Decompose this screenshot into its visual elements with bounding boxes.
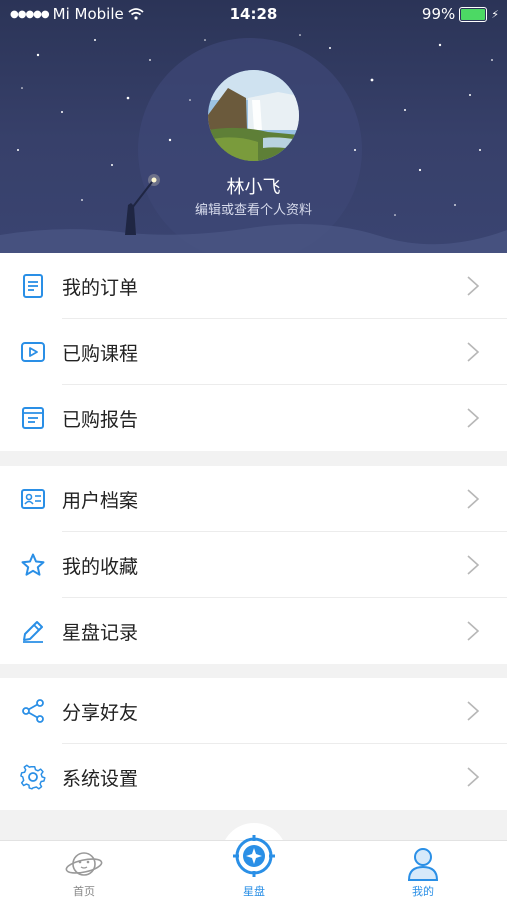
battery-info: 99% ⚡	[422, 5, 499, 23]
menu-item-label: 系统设置	[62, 768, 139, 790]
chevron-right-icon	[467, 621, 480, 641]
menu-item-label: 已购课程	[62, 343, 139, 365]
chevron-right-icon	[467, 701, 480, 721]
menu-item-label: 分享好友	[62, 702, 139, 724]
avatar[interactable]	[208, 70, 299, 161]
edit-profile-link[interactable]: 编辑或查看个人资料	[0, 199, 507, 218]
tab-astrolabe[interactable]: 星盘	[194, 835, 314, 901]
menu-item-label: 用户档案	[62, 490, 139, 512]
tab-mine[interactable]: 我的	[363, 841, 483, 901]
chevron-right-icon	[467, 276, 480, 296]
report-icon	[22, 407, 44, 429]
astrolabe-icon	[233, 835, 275, 877]
pencil-icon	[23, 621, 43, 643]
battery-icon	[459, 6, 488, 22]
menu-item-label: 我的订单	[62, 277, 139, 299]
menu-item-orders[interactable]: 我的订单	[0, 253, 507, 319]
order-document-icon	[23, 274, 43, 298]
person-icon	[407, 848, 439, 881]
menu-item-chart-records[interactable]: 星盘记录	[0, 598, 507, 664]
tab-label: 首页	[73, 885, 95, 898]
menu-group-purchases: 我的订单 已购课程 已购报告	[0, 253, 507, 451]
user-name[interactable]: 林小飞	[0, 173, 507, 199]
menu-item-reports[interactable]: 已购报告	[0, 385, 507, 451]
battery-percent: 99%	[421, 5, 456, 23]
avatar-landscape-image	[208, 70, 299, 161]
tab-bar: 首页 星盘 我的	[0, 835, 507, 901]
menu-item-courses[interactable]: 已购课程	[0, 319, 507, 385]
chevron-right-icon	[467, 408, 480, 428]
menu-group-system: 分享好友 系统设置	[0, 678, 507, 810]
tab-label: 我的	[412, 885, 434, 898]
tab-home[interactable]: 首页	[24, 841, 144, 901]
chevron-right-icon	[467, 489, 480, 509]
status-bar: ●●●●● Mi Mobile 14:28 99% ⚡	[0, 0, 507, 28]
charging-icon: ⚡	[491, 7, 499, 21]
course-play-icon	[21, 342, 45, 362]
planet-icon	[65, 852, 103, 876]
menu-group-profile: 用户档案 我的收藏 星盘记录	[0, 466, 507, 664]
menu-item-share[interactable]: 分享好友	[0, 678, 507, 744]
profile-card-icon	[21, 489, 45, 509]
menu-item-label: 我的收藏	[62, 556, 139, 578]
chevron-right-icon	[467, 555, 480, 575]
chevron-right-icon	[467, 342, 480, 362]
menu-item-user-profile[interactable]: 用户档案	[0, 466, 507, 532]
tab-label: 星盘	[243, 885, 265, 898]
menu-item-label: 星盘记录	[62, 622, 139, 644]
star-icon	[21, 553, 45, 576]
share-icon	[22, 699, 44, 723]
menu-item-settings[interactable]: 系统设置	[0, 744, 507, 810]
chevron-right-icon	[467, 767, 480, 787]
gear-icon	[20, 764, 46, 790]
menu-item-favorites[interactable]: 我的收藏	[0, 532, 507, 598]
profile-header: ●●●●● Mi Mobile 14:28 99% ⚡ 林小飞 编辑或查看个人资…	[0, 0, 507, 253]
menu-item-label: 已购报告	[62, 409, 139, 431]
